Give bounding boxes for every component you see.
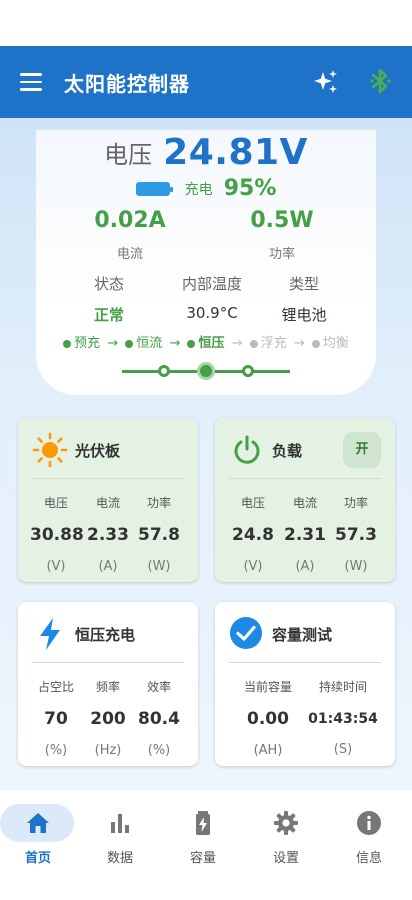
battery-status-card: 电压 24.81V 充电 95% 0.02A 电流 0.5W 功率 状态 正常 … [36, 130, 376, 395]
power-icon [234, 435, 260, 464]
nav-label-capacity: 容量 [189, 851, 216, 866]
pv-card-title: 光伏板 [75, 442, 121, 460]
sparkle-icon[interactable] [312, 68, 340, 96]
bluetooth-icon[interactable] [368, 66, 392, 96]
current-label: 电流 [116, 247, 143, 262]
divider [229, 662, 381, 663]
arrow-icon: → [231, 336, 243, 351]
pv-panel-card[interactable]: 光伏板 电压 30.88 (V) 电流 2.33 (A) 功率 57.8 (W) [18, 418, 198, 582]
state-label: 状态 [93, 275, 124, 293]
charge-label: 充电 [184, 181, 213, 198]
gear-icon [274, 811, 298, 835]
voltage-row: 电压 24.81V [36, 132, 376, 173]
bottom-navigation: 首页 数据 容量 设置 信息 [0, 790, 412, 882]
nav-label-home: 首页 [24, 851, 51, 866]
stage-constant-voltage: 恒压 [187, 332, 225, 351]
capacity-title: 容量测试 [272, 626, 333, 644]
bar-chart-icon [111, 814, 129, 833]
current-value: 0.02A [94, 208, 166, 233]
slider-dot [158, 365, 170, 377]
check-circle-icon [230, 617, 262, 649]
menu-icon[interactable] [20, 73, 42, 91]
power-label: 功率 [268, 247, 295, 262]
type-info: 类型 锂电池 [249, 273, 359, 325]
voltage-value: 24.81V [163, 132, 308, 173]
nav-item-settings[interactable]: 设置 [248, 790, 330, 882]
arrow-icon: → [107, 336, 119, 351]
efficiency-col: 效率 80.4 (%) [138, 680, 180, 758]
slider-knob [197, 362, 215, 380]
status-bar [0, 0, 412, 46]
nav-item-info[interactable]: 信息 [331, 790, 412, 882]
battery-icon [135, 181, 173, 196]
load-current-col: 电流 2.31 (A) [284, 496, 326, 574]
load-power-col: 功率 57.3 (W) [335, 496, 377, 574]
charge-stages: 预充 → 恒流 → 恒压 → 浮充 → 均衡 [36, 332, 376, 351]
battery-charging-icon [196, 811, 210, 835]
slider-dot [242, 365, 254, 377]
charge-mode-title: 恒压充电 [75, 626, 136, 644]
divider [229, 478, 381, 479]
pv-current-col: 电流 2.33 (A) [87, 496, 129, 574]
type-label: 类型 [288, 275, 319, 293]
nav-label-settings: 设置 [272, 851, 299, 866]
stage-float: 浮充 [249, 332, 287, 351]
power-value: 0.5W [250, 208, 314, 233]
charge-mode-card[interactable]: 恒压充电 占空比 70 (%) 频率 200 (Hz) 效率 80.4 (%) [18, 602, 198, 766]
stage-constant-current: 恒流 [125, 332, 162, 351]
home-icon [27, 813, 49, 833]
app-title: 太阳能控制器 [64, 72, 190, 96]
voltage-label: 电压 [104, 141, 153, 169]
current-capacity-col: 当前容量 0.00 (AH) [243, 680, 292, 758]
bolt-icon [40, 618, 60, 650]
arrow-icon: → [293, 336, 305, 351]
load-voltage-col: 电压 24.8 (V) [232, 496, 274, 574]
pv-power-col: 功率 57.8 (W) [138, 496, 180, 574]
charge-row: 充电 95% [36, 176, 376, 201]
load-card[interactable]: 负载 开 电压 24.8 (V) 电流 2.31 (A) 功率 57.3 (W) [215, 418, 395, 582]
info-icon [357, 811, 381, 835]
power-metric: 0.5W 功率 [222, 208, 342, 262]
type-value: 锂电池 [281, 306, 327, 324]
duty-cycle-col: 占空比 70 (%) [37, 680, 74, 758]
sun-icon [32, 432, 68, 468]
stage-precharge: 预充 [63, 332, 100, 351]
duration-col: 持续时间 01:43:54 (S) [308, 680, 378, 757]
nav-label-data: 数据 [106, 851, 133, 866]
stage-progress-slider [122, 362, 290, 380]
state-value: 正常 [93, 306, 124, 324]
nav-label-info: 信息 [355, 851, 382, 866]
nav-item-home[interactable]: 首页 [0, 790, 82, 882]
arrow-icon: → [169, 336, 181, 351]
charge-percent: 95% [223, 176, 277, 201]
load-toggle-button[interactable]: 开 [343, 432, 381, 468]
divider [32, 662, 184, 663]
app-bar: 太阳能控制器 [0, 46, 412, 118]
frequency-col: 频率 200 (Hz) [90, 680, 126, 758]
stage-equalize: 均衡 [311, 332, 349, 351]
pv-voltage-col: 电压 30.88 (V) [30, 496, 84, 574]
load-card-title: 负载 [272, 442, 303, 460]
divider [32, 478, 184, 479]
state-info: 状态 正常 [54, 273, 164, 325]
current-metric: 0.02A 电流 [70, 208, 190, 262]
nav-item-capacity[interactable]: 容量 [165, 790, 247, 882]
nav-item-data[interactable]: 数据 [82, 790, 164, 882]
capacity-test-card[interactable]: 容量测试 当前容量 0.00 (AH) 持续时间 01:43:54 (S) [215, 602, 395, 766]
